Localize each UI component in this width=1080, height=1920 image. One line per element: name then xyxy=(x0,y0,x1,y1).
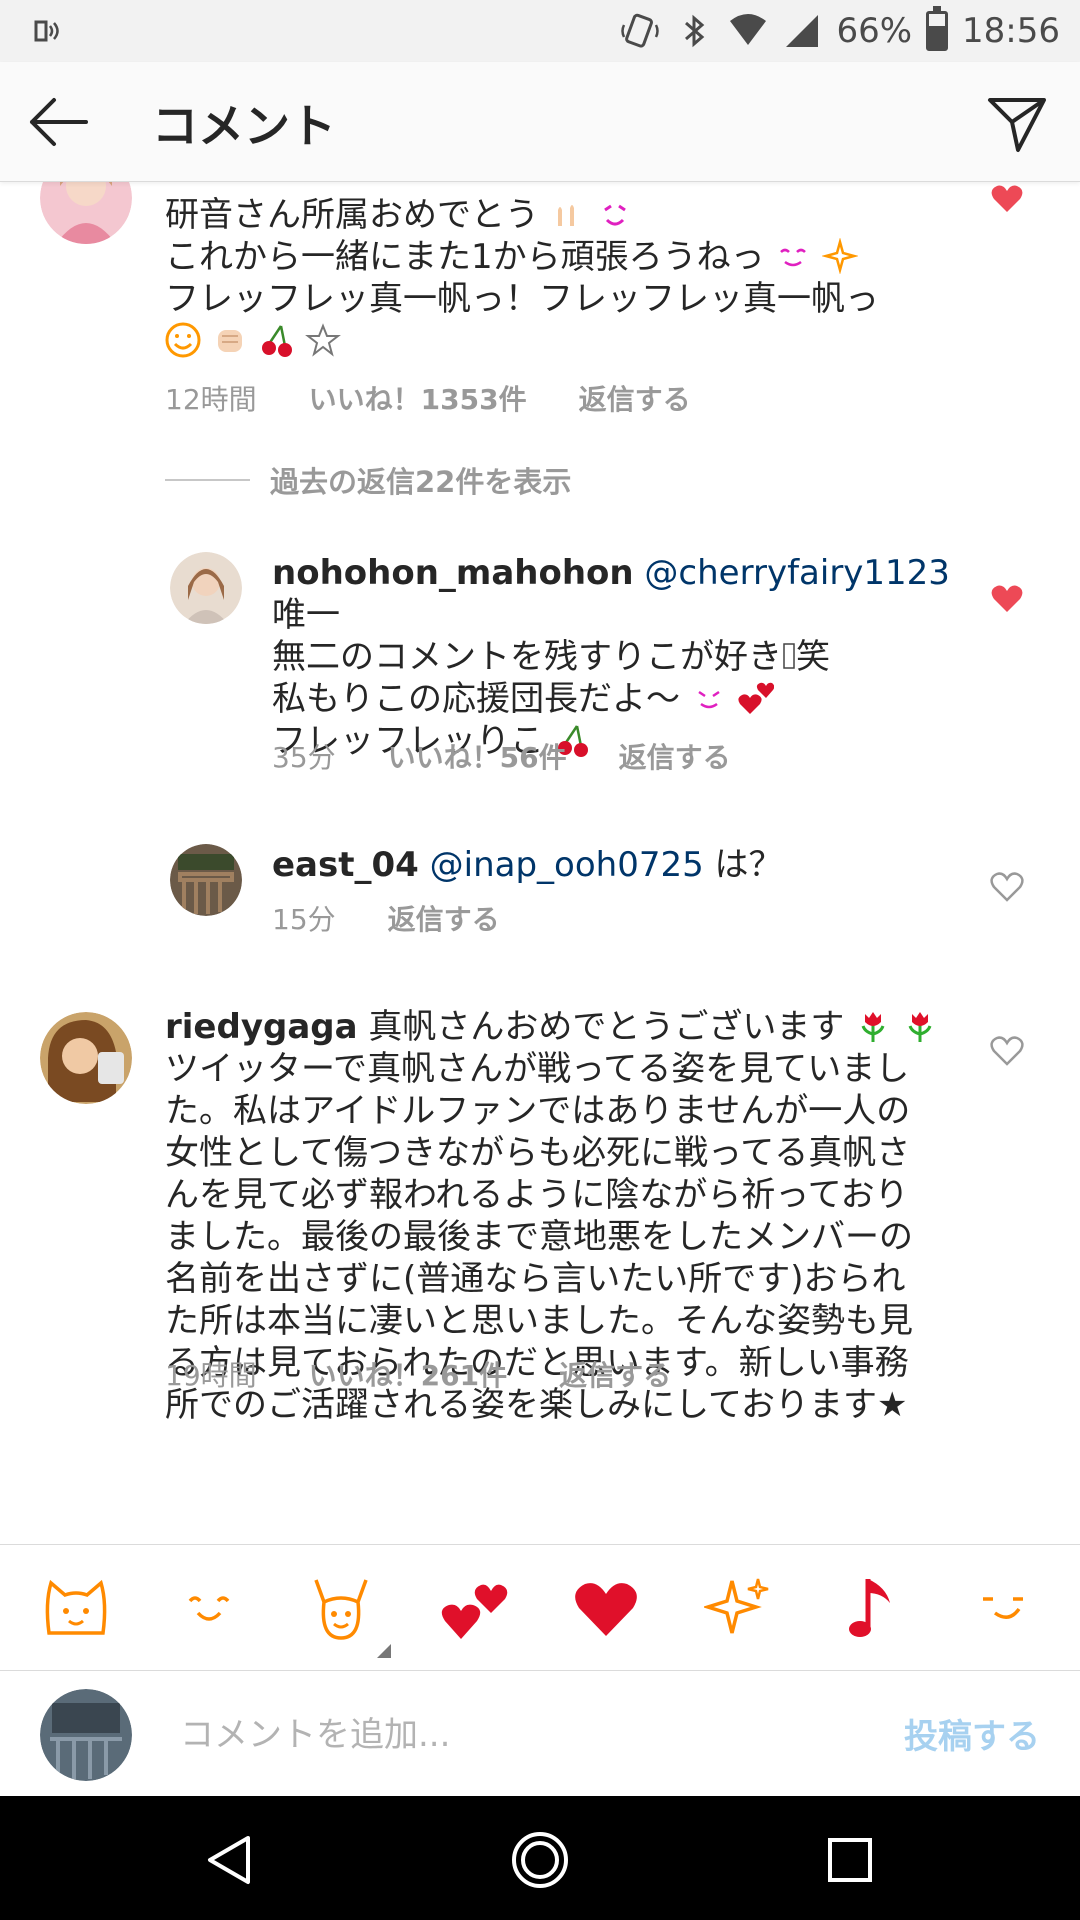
comment-item: 研音さん所属おめでとう これから一緒にまた1から頑張ろうねっ フレッフレッ真一帆… xyxy=(0,182,1080,422)
star-outline-emoji-icon xyxy=(305,323,342,357)
page-title: コメント xyxy=(152,99,336,153)
comment-likes[interactable]: いいね！56件 xyxy=(388,736,567,776)
tulip-emoji-icon xyxy=(861,1012,885,1042)
comment-line: これから一緒にまた1から頑張ろうねっ xyxy=(165,237,765,277)
reply-button[interactable]: 返信する xyxy=(579,378,691,418)
comment-line: んを見て必ず報われるように陰ながら祈っており xyxy=(165,1175,909,1215)
tulip-emoji-icon xyxy=(908,1012,932,1042)
heart-filled-icon[interactable] xyxy=(990,582,1024,616)
unknown-glyph-icon xyxy=(783,643,795,669)
comment-likes[interactable]: いいね！1353件 xyxy=(309,378,527,418)
bluetooth-icon xyxy=(685,14,705,48)
avatar[interactable] xyxy=(170,844,242,916)
raised-hands-emoji-icon xyxy=(557,205,574,226)
comment-likes[interactable]: いいね！261件 xyxy=(309,1354,507,1394)
status-bar: 66% 18:56 xyxy=(0,0,1080,62)
nav-back-icon[interactable] xyxy=(200,1830,260,1890)
header-bar: コメント xyxy=(0,62,1080,182)
fist-emoji-icon xyxy=(217,330,242,352)
emoji-quick-bar xyxy=(0,1544,1080,1670)
reply-item: nohohon_mahohon @cherryfairy1123 唯一 無二のコ… xyxy=(0,552,1080,792)
reply-item: east_04 @inap_ooh0725 は？ 15分 返信する xyxy=(0,844,1080,964)
two-hearts-icon[interactable] xyxy=(434,1568,514,1648)
post-button[interactable]: 投稿する xyxy=(904,1709,1040,1758)
smile-face-icon[interactable] xyxy=(169,1568,249,1648)
nfc-icon xyxy=(34,20,59,42)
comment-meta: 15分 返信する xyxy=(272,898,500,938)
nav-home-icon[interactable] xyxy=(510,1830,570,1890)
reply-button[interactable]: 返信する xyxy=(388,898,500,938)
reply-text: nohohon_mahohon @cherryfairy1123 唯一 無二のコ… xyxy=(272,552,972,762)
comments-list[interactable]: 研音さん所属おめでとう これから一緒にまた1から頑張ろうねっ フレッフレッ真一帆… xyxy=(0,182,1080,1544)
comment-line: ツイッターで真帆さんが戦ってる姿を見ていまし xyxy=(165,1049,910,1089)
comment-meta: 19時間 いいね！261件 返信する xyxy=(165,1354,671,1394)
comment-time: 15分 xyxy=(272,903,336,936)
avatar[interactable] xyxy=(40,182,132,244)
my-avatar xyxy=(40,1689,132,1781)
comment-item: riedygaga 真帆さんおめでとうございます ツイッターで真帆さんが戦ってる… xyxy=(0,1007,1080,1492)
cat-face-icon[interactable] xyxy=(36,1568,116,1648)
comment-line: た所は本当に凄いと思いました。そんな姿勢も見 xyxy=(165,1301,913,1341)
view-replies-label[interactable]: 過去の返信22件を表示 xyxy=(270,459,571,501)
username[interactable]: east_04 xyxy=(272,845,419,885)
reply-button[interactable]: 返信する xyxy=(619,736,731,776)
comment-line: 真帆さんおめでとうございます xyxy=(368,1007,845,1047)
vibrate-icon xyxy=(621,13,660,48)
comment-line: 女性として傷つきながらも必死に戦ってる真帆さ xyxy=(165,1133,911,1173)
reply-text: east_04 @inap_ooh0725 は？ xyxy=(272,844,972,886)
comment-text: 研音さん所属おめでとう これから一緒にまた1から頑張ろうねっ フレッフレッ真一帆… xyxy=(165,194,965,366)
comment-meta: 35分 いいね！56件 返信する xyxy=(272,736,731,776)
signal-icon xyxy=(786,15,819,47)
smile-emoji-icon xyxy=(780,248,807,267)
nav-recents-icon[interactable] xyxy=(820,1830,880,1890)
cherries-emoji-icon xyxy=(261,325,292,357)
sparkles-emoji-icon xyxy=(822,238,859,274)
share-direct-icon[interactable] xyxy=(984,90,1050,156)
comment-line: フレッフレッ真一帆っ！フレッフレッ真一帆っ xyxy=(165,279,879,319)
heart-outline-icon[interactable] xyxy=(990,1034,1024,1068)
comment-line: は？ xyxy=(714,845,783,885)
avatar[interactable] xyxy=(170,552,242,624)
reply-button[interactable]: 返信する xyxy=(559,1354,671,1394)
comment-input[interactable] xyxy=(180,1711,860,1759)
heart-filled-icon[interactable] xyxy=(990,182,1024,216)
comment-time: 12時間 xyxy=(165,383,257,416)
battery-icon xyxy=(926,6,949,51)
comment-time: 35分 xyxy=(272,741,336,774)
wink-face-icon[interactable] xyxy=(964,1568,1044,1648)
raised-hands-icon[interactable] xyxy=(301,1568,392,1658)
sparkles-icon[interactable] xyxy=(699,1568,779,1648)
wifi-icon xyxy=(730,14,767,45)
comment-line: 唯一 xyxy=(272,595,340,635)
battery-percent: 66% xyxy=(836,11,913,51)
comment-line: た。私はアイドルファンではありませんが一人の xyxy=(165,1091,911,1131)
comment-line: ました。最後の最後まで意地悪をしたメンバーの xyxy=(165,1217,913,1257)
mention-link[interactable]: @inap_ooh0725 xyxy=(430,845,704,885)
two-hearts-emoji-icon xyxy=(738,682,774,714)
mention-link[interactable]: @cherryfairy1123 xyxy=(644,553,950,593)
comment-line: 研音さん所属おめでとう xyxy=(165,195,539,235)
comment-line: 私もりこの応援団長だよ〜 xyxy=(272,679,680,719)
comment-line: 名前を出さずに(普通なら言いたい所です)おられ xyxy=(165,1259,906,1299)
grin-emoji-icon xyxy=(603,204,626,226)
music-note-icon[interactable] xyxy=(831,1568,911,1648)
heart-outline-icon[interactable] xyxy=(990,870,1024,904)
avatar[interactable] xyxy=(40,1012,132,1104)
back-arrow-icon[interactable] xyxy=(26,94,90,150)
view-previous-replies[interactable]: 過去の返信22件を表示 xyxy=(165,459,571,501)
smiley-emoji-icon xyxy=(165,322,201,358)
clock: 18:56 xyxy=(962,11,1060,51)
comment-line: 笑 xyxy=(796,637,830,677)
username[interactable]: riedygaga xyxy=(165,1007,358,1047)
red-heart-icon[interactable] xyxy=(566,1568,646,1648)
divider-line xyxy=(165,479,250,481)
username[interactable]: nohohon_mahohon xyxy=(272,553,634,593)
comment-time: 19時間 xyxy=(165,1359,257,1392)
system-nav-bar xyxy=(0,1796,1080,1920)
comment-line: 無二のコメントを残すりこが好き xyxy=(272,637,782,677)
smile-emoji-icon xyxy=(698,690,720,709)
comment-compose-bar: 投稿する xyxy=(0,1670,1080,1796)
comment-meta: 12時間 いいね！1353件 返信する xyxy=(165,378,691,418)
